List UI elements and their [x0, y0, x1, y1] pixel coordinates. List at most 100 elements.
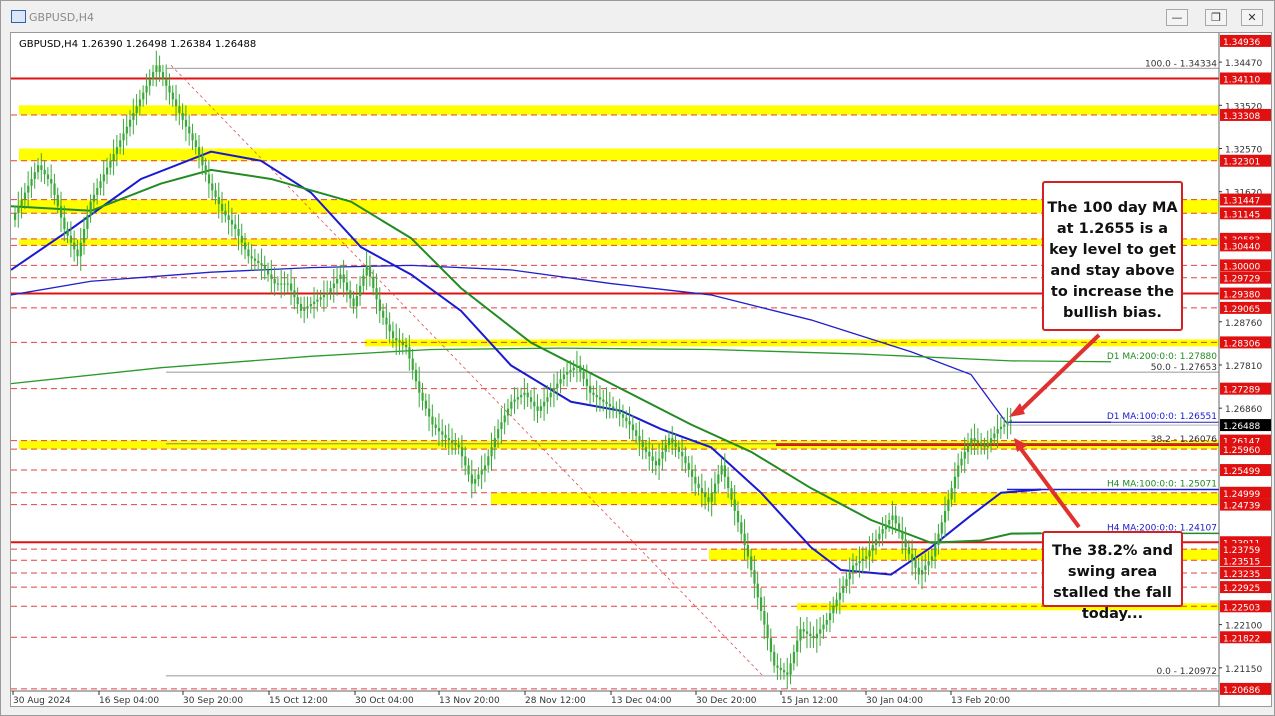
candle-body-255 — [851, 565, 855, 573]
candle-body-179 — [602, 399, 605, 402]
candle-body-156 — [526, 392, 529, 398]
candle-body-289 — [963, 451, 966, 459]
candle-body-39 — [142, 92, 145, 100]
candle-body-108 — [368, 265, 372, 277]
fib-callout: The 38.2% and swing area stalled the fal… — [1042, 531, 1183, 622]
price-label-31: 1.22925 — [1223, 584, 1260, 594]
candle-body-211 — [707, 497, 710, 502]
candle-body-19 — [76, 249, 79, 257]
candle-body-196 — [658, 458, 661, 466]
candle-body-153 — [516, 397, 519, 400]
candle-body-122 — [414, 369, 418, 382]
candle-body-62 — [217, 197, 220, 204]
minimize-button[interactable]: — — [1166, 9, 1188, 26]
candle-body-47 — [168, 85, 171, 93]
candle-body-17 — [69, 235, 73, 243]
candle-body-141 — [477, 474, 480, 480]
price-label-15: 1.29065 — [1223, 305, 1260, 315]
candle-body-126 — [428, 408, 431, 417]
candle-body-90 — [309, 304, 312, 307]
candle-body-150 — [506, 408, 510, 416]
candle-body-44 — [158, 65, 161, 73]
candle-body-148 — [500, 422, 503, 430]
candle-body-174 — [585, 379, 588, 386]
candle-body-8 — [40, 165, 43, 170]
candle-body-82 — [283, 283, 286, 285]
candle-body-78 — [270, 274, 273, 280]
candle-body-230 — [769, 638, 773, 652]
candle-body-195 — [654, 460, 658, 466]
candle-body-138 — [467, 465, 470, 475]
price-label-26: 1.24739 — [1223, 502, 1260, 512]
candle-body-247 — [825, 620, 828, 625]
candle-body-277 — [924, 565, 927, 571]
ma-label-1: D1 MA:100:0:0: 1.26551 — [1107, 412, 1217, 422]
candle-body-100 — [342, 274, 345, 283]
time-label-10: 30 Jan 04:00 — [866, 696, 923, 706]
candle-body-21 — [83, 228, 86, 243]
candle-body-72 — [250, 256, 253, 259]
candle-body-249 — [832, 606, 835, 614]
candle-body-180 — [605, 401, 608, 405]
candle-body-205 — [687, 463, 690, 470]
candle-body-225 — [753, 570, 756, 584]
candle-body-231 — [773, 651, 776, 666]
candle-body-106 — [362, 275, 365, 286]
candle-body-256 — [855, 563, 858, 566]
candle-body-135 — [457, 444, 460, 448]
candle-body-184 — [618, 410, 621, 415]
fib-label-0: 100.0 - 1.34334 — [1145, 59, 1217, 69]
candle-body-263 — [878, 533, 881, 540]
candle-body-241 — [805, 631, 809, 634]
candle-body-244 — [815, 633, 819, 639]
candle-body-132 — [447, 438, 450, 441]
candle-body-48 — [171, 92, 174, 100]
candle-body-285 — [950, 488, 953, 500]
candle-body-178 — [598, 397, 602, 400]
price-label-29: 1.23515 — [1223, 557, 1260, 567]
candle-body-107 — [365, 265, 368, 276]
price-label-34: 1.21822 — [1223, 634, 1260, 644]
candle-body-183 — [615, 408, 618, 411]
candle-body-188 — [631, 424, 635, 431]
candle-body-7 — [37, 165, 40, 173]
candle-body-201 — [674, 442, 677, 448]
candle-body-237 — [792, 651, 796, 664]
candle-body-206 — [690, 469, 694, 477]
candle-body-168 — [566, 372, 569, 375]
candle-body-238 — [796, 640, 799, 652]
restore-button[interactable]: ❐ — [1205, 9, 1227, 26]
candle-body-189 — [635, 430, 638, 436]
candle-body-137 — [464, 456, 467, 466]
fib-label-1: 50.0 - 1.27653 — [1151, 363, 1217, 373]
candle-body-212 — [710, 492, 713, 502]
time-label-9: 15 Jan 12:00 — [781, 696, 838, 706]
candle-body-146 — [493, 438, 496, 448]
candle-body-120 — [408, 347, 411, 359]
candle-body-157 — [529, 397, 533, 402]
candle-body-3 — [23, 192, 27, 200]
close-button[interactable]: ✕ — [1241, 9, 1263, 26]
candle-body-4 — [27, 185, 30, 193]
candle-body-273 — [911, 554, 914, 561]
price-label-32: 1.22503 — [1223, 603, 1260, 613]
candle-body-68 — [237, 228, 240, 236]
candle-body-99 — [339, 274, 342, 280]
candle-body-103 — [352, 298, 355, 307]
candle-body-262 — [874, 539, 878, 546]
candle-body-154 — [520, 394, 523, 398]
candle-body-2 — [20, 199, 23, 207]
price-label-19: 1.27289 — [1223, 386, 1260, 396]
candle-body-235 — [786, 672, 789, 675]
candle-body-6 — [33, 172, 36, 179]
candle-body-145 — [490, 447, 493, 457]
candle-body-30 — [112, 153, 115, 161]
candle-body-91 — [313, 301, 316, 305]
candle-body-234 — [782, 670, 786, 673]
candle-body-246 — [822, 624, 825, 630]
price-label-25: 1.24999 — [1223, 490, 1260, 500]
candle-body-142 — [480, 469, 483, 475]
candle-body-41 — [148, 78, 151, 86]
chart-area[interactable]: 100.0 - 1.34334 50.0 - 1.27653 38.2 - 1.26… — [10, 32, 1272, 707]
candle-body-279 — [930, 556, 934, 561]
